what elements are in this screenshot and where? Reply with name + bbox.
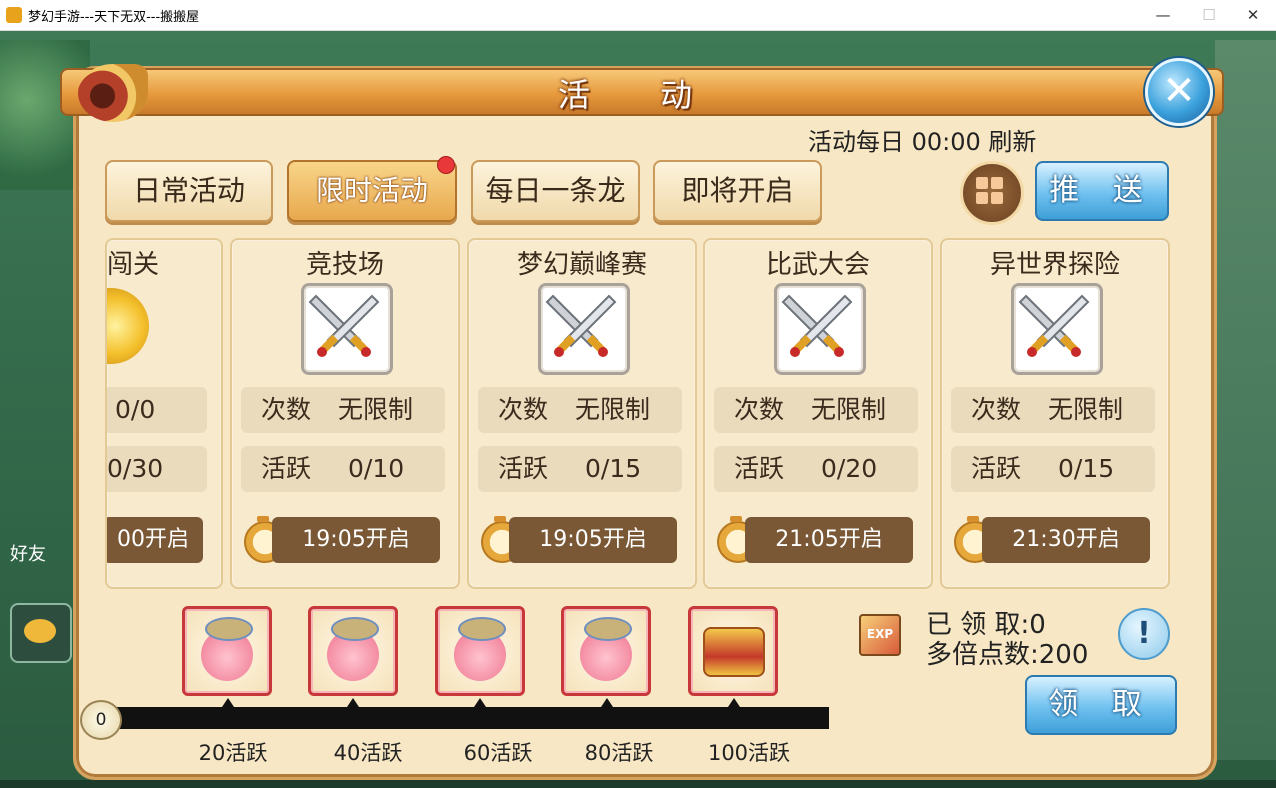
milestone-marker	[728, 698, 740, 707]
close-button[interactable]: ✕	[1145, 58, 1213, 126]
count-row: 次数 无限制	[241, 387, 445, 433]
gold-coin-icon	[107, 288, 149, 364]
exp-icon-label: EXP	[866, 627, 894, 641]
milestone-label: 100活跃	[707, 741, 791, 765]
activity-card[interactable]: 比武大会 次数 无限制 活跃 0/20 21:05开启	[703, 238, 933, 589]
activity-card[interactable]: 竞技场 次数 无限制 活跃 0/10 19:05开启	[230, 238, 460, 589]
count-value: 无限制	[1048, 395, 1124, 424]
reward-box-100[interactable]	[688, 606, 778, 696]
active-label: 活跃	[734, 454, 785, 483]
active-value: 0/10	[348, 454, 405, 483]
chat-button[interactable]	[10, 603, 72, 663]
milestone-label: 20活跃	[198, 741, 268, 765]
milestone-marker	[474, 698, 486, 707]
active-value: 0/30	[107, 454, 164, 483]
window-titlebar: 梦幻手游---天下无双---搬搬屋 — ☐ ✕	[0, 0, 1276, 31]
count-label: 次数	[498, 395, 549, 424]
window-close-button[interactable]: ✕	[1230, 0, 1276, 30]
active-label: 活跃	[971, 454, 1022, 483]
active-row: 活跃 0/20	[714, 446, 918, 492]
activity-name: 梦幻巅峰赛	[516, 250, 647, 280]
reward-box-40[interactable]	[308, 606, 398, 696]
start-time: 21:30开启	[982, 517, 1150, 563]
activity-card[interactable]: 闯关 0/0 0/30 00开启	[105, 238, 223, 589]
count-value: 0/0	[115, 395, 156, 424]
count-value: 无限制	[575, 395, 651, 424]
milestone-label: 60活跃	[463, 741, 533, 765]
red-dot-badge	[437, 156, 455, 174]
reward-box-20[interactable]	[182, 606, 272, 696]
info-button[interactable]: !	[1118, 608, 1170, 660]
active-value: 0/20	[821, 454, 878, 483]
milestone-marker	[601, 698, 613, 707]
count-value: 无限制	[811, 395, 887, 424]
active-row: 活跃 0/10	[241, 446, 445, 492]
activity-card[interactable]: 梦幻巅峰赛 次数 无限制 活跃 0/15 19:05开启	[467, 238, 697, 589]
tab-daily-dragon[interactable]: 每日一条龙	[471, 160, 640, 222]
start-time: 21:05开启	[745, 517, 913, 563]
exp-boost-icon[interactable]: EXP	[859, 614, 901, 656]
count-row: 次数 无限制	[951, 387, 1155, 433]
tab-daily[interactable]: 日常活动	[105, 160, 273, 222]
count-label: 次数	[261, 395, 312, 424]
push-button[interactable]: 推 送	[1035, 161, 1169, 221]
grid-icon	[976, 177, 988, 189]
current-activity-value: 0	[80, 700, 122, 740]
tab-upcoming[interactable]: 即将开启	[653, 160, 822, 222]
treasure-chest-icon	[703, 627, 765, 677]
count-row: 次数 无限制	[478, 387, 682, 433]
friend-label[interactable]: 好友	[10, 540, 46, 566]
count-label: 次数	[734, 395, 785, 424]
active-row: 活跃 0/15	[478, 446, 682, 492]
active-row: 0/30	[107, 446, 207, 492]
activity-name: 异世界探险	[989, 250, 1120, 280]
horn-icon	[78, 64, 148, 122]
background-right-scene	[1215, 40, 1276, 760]
crossed-swords-icon	[538, 283, 630, 375]
crossed-swords-icon	[301, 283, 393, 375]
count-label: 次数	[971, 395, 1022, 424]
multiplier-points: 多倍点数:200	[926, 640, 1089, 670]
count-row: 次数 无限制	[714, 387, 918, 433]
activity-name: 闯关	[107, 250, 160, 280]
reward-box-60[interactable]	[435, 606, 525, 696]
claim-button[interactable]: 领 取	[1025, 675, 1177, 735]
start-time: 19:05开启	[509, 517, 677, 563]
active-label: 活跃	[498, 454, 549, 483]
active-row: 活跃 0/15	[951, 446, 1155, 492]
tab-limited[interactable]: 限时活动	[287, 160, 457, 222]
activity-name: 比武大会	[765, 250, 870, 280]
count-value: 无限制	[338, 395, 414, 424]
app-icon	[6, 7, 22, 23]
window-title: 梦幻手游---天下无双---搬搬屋	[28, 10, 200, 25]
active-value: 0/15	[1058, 454, 1115, 483]
grid-menu-button[interactable]	[960, 161, 1024, 225]
refresh-note: 活动每日 00:00 刷新	[808, 128, 1037, 156]
milestone-label: 40活跃	[333, 741, 403, 765]
milestone-marker	[347, 698, 359, 707]
count-row: 0/0	[107, 387, 207, 433]
panel-title: 活 动	[557, 76, 723, 114]
milestone-marker	[222, 698, 234, 707]
maximize-button[interactable]: ☐	[1186, 0, 1232, 30]
chat-bubble-icon	[24, 619, 56, 643]
activity-progress-bar	[96, 707, 829, 729]
active-label: 活跃	[261, 454, 312, 483]
milestone-label: 80活跃	[584, 741, 654, 765]
reward-box-80[interactable]	[561, 606, 651, 696]
start-time: 19:05开启	[272, 517, 440, 563]
crossed-swords-icon	[1011, 283, 1103, 375]
activity-card[interactable]: 异世界探险 次数 无限制 活跃 0/15 21:30开启	[940, 238, 1170, 589]
minimize-button[interactable]: —	[1140, 0, 1186, 30]
bottom-strip	[0, 780, 1276, 788]
activity-name: 竞技场	[305, 250, 384, 280]
start-time: 00开启	[107, 517, 203, 563]
close-icon: ✕	[1162, 68, 1196, 114]
crossed-swords-icon	[774, 283, 866, 375]
active-value: 0/15	[585, 454, 642, 483]
